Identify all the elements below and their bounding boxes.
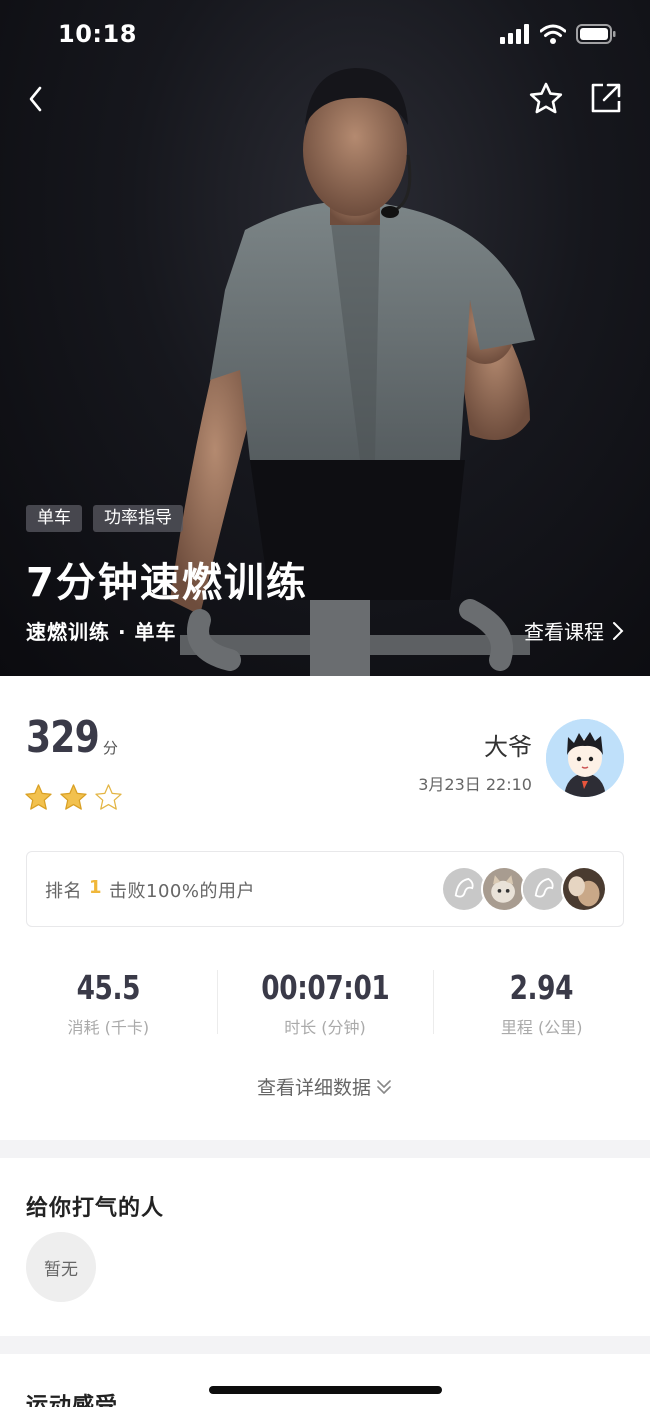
metric-duration-value: 00:07:01 [260, 968, 390, 1007]
user-name: 大爷 [484, 733, 532, 761]
rank-text: 排名 1 击败100%的用户 [45, 877, 255, 903]
star-filled-icon [60, 784, 87, 810]
cheer-empty-placeholder: 暂无 [26, 1232, 96, 1302]
course-subtitle: 速燃训练 · 单车 [26, 620, 177, 644]
status-icons [500, 24, 616, 44]
feeling-section-title: 运动感受 [26, 1394, 119, 1407]
star-filled-icon [25, 784, 52, 810]
score-unit: 分 [102, 739, 118, 757]
user-avatar-photo [561, 866, 607, 912]
status-time: 10:18 [58, 20, 137, 48]
score-value: 329 [26, 712, 100, 763]
home-indicator[interactable] [209, 1386, 442, 1394]
battery-icon [576, 24, 616, 44]
metric-duration-label: 时长 (分钟) [284, 1018, 366, 1037]
view-detail-data-button[interactable]: 查看详细数据 [0, 1073, 650, 1100]
user-avatar[interactable] [546, 719, 624, 797]
workout-date: 3月23日 22:10 [418, 775, 532, 794]
view-detail-data-label: 查看详细数据 [256, 1077, 371, 1099]
chevron-right-icon [613, 621, 624, 640]
back-chevron-icon[interactable] [22, 82, 56, 116]
section-divider [0, 1336, 650, 1354]
status-bar: 10:18 [0, 0, 650, 70]
star-empty-icon [95, 784, 122, 810]
rank-card[interactable]: 排名 1 击败100%的用户 [26, 851, 624, 927]
favorite-star-icon[interactable] [527, 80, 565, 118]
rank-prefix: 排名 [45, 881, 82, 902]
workout-metrics: 45.5 消耗 (千卡) 00:07:01 时长 (分钟) 2.94 里程 (公… [0, 966, 650, 1038]
metric-distance-label: 里程 (公里) [500, 1018, 583, 1037]
course-title: 7分钟速燃训练 [26, 560, 308, 606]
metric-duration: 00:07:01 时长 (分钟) [216, 966, 434, 1038]
tag-power-guide: 功率指导 [93, 505, 183, 532]
view-course-link[interactable]: 查看课程 [524, 616, 624, 645]
metric-calories-value: 45.5 [76, 968, 141, 1007]
score: 329 分 [26, 712, 118, 764]
metric-calories: 45.5 消耗 (千卡) [0, 966, 217, 1038]
ranking-avatars [441, 866, 607, 912]
view-course-label: 查看课程 [524, 620, 604, 644]
cellular-signal-icon [500, 24, 529, 44]
rank-position: 1 [89, 877, 103, 898]
double-chevron-down-icon [377, 1079, 391, 1094]
rank-suffix: 击败100%的用户 [109, 881, 255, 902]
wifi-icon [540, 24, 566, 44]
tag-bike: 单车 [26, 505, 82, 532]
metric-distance-value: 2.94 [509, 968, 574, 1007]
course-hero: 10:18 单车 功率指导 7分钟速燃训练 速燃训练 · 单车 查看课程 [0, 0, 650, 676]
course-tags: 单车 功率指导 [26, 505, 183, 532]
metric-calories-label: 消耗 (千卡) [67, 1018, 150, 1037]
section-divider [0, 1140, 650, 1158]
cheer-section-title: 给你打气的人 [26, 1196, 165, 1221]
star-rating [24, 783, 123, 812]
share-icon[interactable] [588, 80, 624, 116]
metric-distance: 2.94 里程 (公里) [433, 966, 650, 1038]
